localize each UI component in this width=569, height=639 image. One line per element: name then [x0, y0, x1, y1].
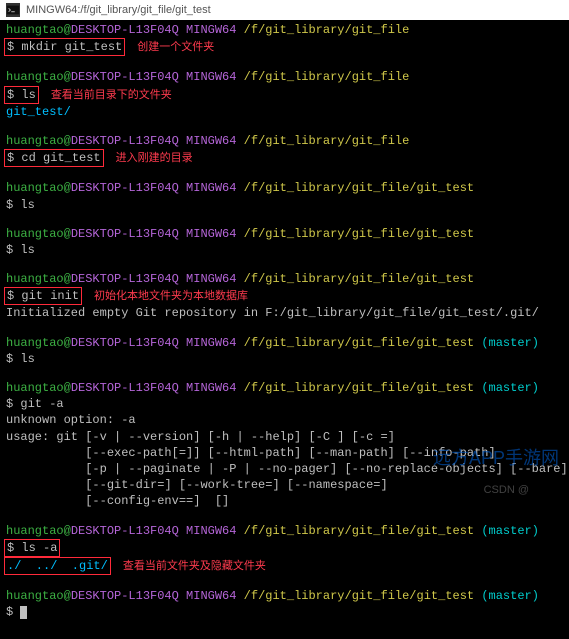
- command-line: $: [6, 604, 563, 620]
- output-line: unknown option: -a: [6, 412, 563, 428]
- window-titlebar: MINGW64:/f/git_library/git_file/git_test: [0, 0, 569, 20]
- command-line: $ cd git_test进入刚建的目录: [6, 149, 563, 167]
- prompt-line: huangtao@DESKTOP-L13F04Q MINGW64 /f/git_…: [6, 523, 563, 539]
- prompt-line: huangtao@DESKTOP-L13F04Q MINGW64 /f/git_…: [6, 271, 563, 287]
- prompt-line: huangtao@DESKTOP-L13F04Q MINGW64 /f/git_…: [6, 133, 563, 149]
- prompt-line: huangtao@DESKTOP-L13F04Q MINGW64 /f/git_…: [6, 380, 563, 396]
- command-line: $ git init初始化本地文件夹为本地数据库: [6, 287, 563, 305]
- output-line: [--config-env==] []: [6, 493, 563, 509]
- output-line: git_test/: [6, 104, 563, 120]
- command-line: $ ls: [6, 351, 563, 367]
- prompt-line: huangtao@DESKTOP-L13F04Q MINGW64 /f/git_…: [6, 69, 563, 85]
- command-line: $ ls: [6, 197, 563, 213]
- watermark-text: 远方APP手游网: [433, 444, 559, 470]
- output-line: ./ ../ .git/查看当前文件夹及隐藏文件夹: [6, 557, 563, 575]
- command-line: $ git -a: [6, 396, 563, 412]
- terminal-icon: [6, 3, 20, 17]
- command-line: $ ls查看当前目录下的文件夹: [6, 86, 563, 104]
- output-line: [--git-dir=] [--work-tree=] [--namespace…: [6, 477, 563, 493]
- command-line: $ ls -a: [6, 539, 563, 557]
- window-title: MINGW64:/f/git_library/git_file/git_test: [26, 4, 211, 16]
- cursor: [20, 606, 27, 619]
- csdn-watermark: CSDN @: [484, 484, 529, 496]
- command-line: $ ls: [6, 242, 563, 258]
- command-line: $ mkdir git_test创建一个文件夹: [6, 38, 563, 56]
- output-line: Initialized empty Git repository in F:/g…: [6, 305, 563, 321]
- prompt-line: huangtao@DESKTOP-L13F04Q MINGW64 /f/git_…: [6, 588, 563, 604]
- prompt-line: huangtao@DESKTOP-L13F04Q MINGW64 /f/git_…: [6, 22, 563, 38]
- terminal-area[interactable]: huangtao@DESKTOP-L13F04Q MINGW64 /f/git_…: [0, 20, 569, 639]
- output-line: usage: git [-v | --version] [-h | --help…: [6, 429, 563, 445]
- prompt-line: huangtao@DESKTOP-L13F04Q MINGW64 /f/git_…: [6, 335, 563, 351]
- prompt-line: huangtao@DESKTOP-L13F04Q MINGW64 /f/git_…: [6, 226, 563, 242]
- prompt-line: huangtao@DESKTOP-L13F04Q MINGW64 /f/git_…: [6, 180, 563, 196]
